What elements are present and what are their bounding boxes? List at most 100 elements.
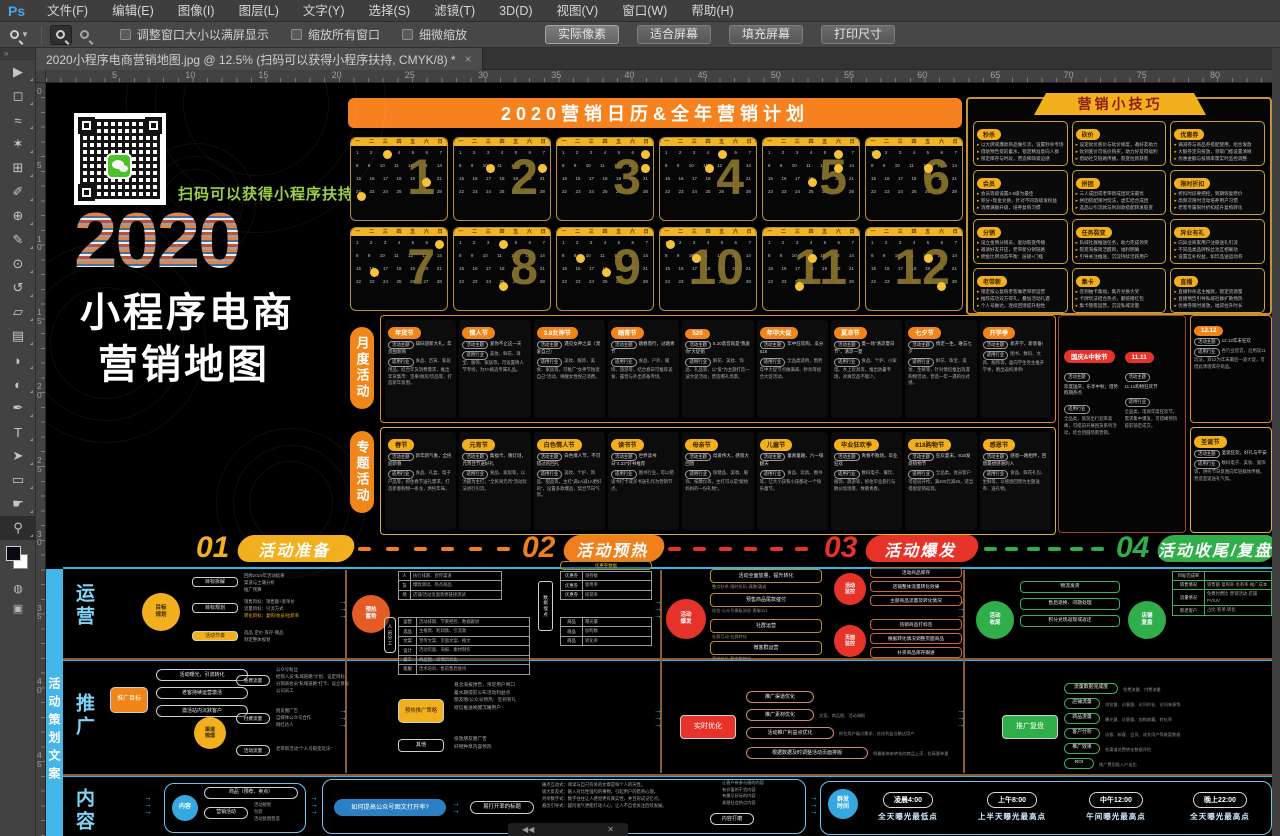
document-canvas[interactable]: 扫码可以获得小程序扶持 2020 小程序电商 营销地图 2020营销日历&全年营… (46, 83, 1272, 836)
mindmap-box: 商品流量 (1064, 713, 1100, 724)
dodge-tool-glyph: ◐ (14, 377, 22, 392)
stage-dashes (668, 546, 808, 551)
mindmap-box: 社群运营 (710, 619, 822, 633)
send-time-caption: 全天曝光最低点 (858, 811, 958, 822)
foreground-color-swatch[interactable] (6, 546, 21, 561)
menu-type[interactable]: 文字(Y) (291, 0, 357, 22)
zoom-tool-icon[interactable] (10, 30, 19, 39)
color-swatches[interactable] (0, 544, 36, 578)
hand-tool[interactable]: ☛ (0, 492, 36, 516)
calendar-highlight-dot (924, 164, 933, 173)
activity-card-pill: 3.8女神节 (537, 327, 578, 339)
gradient-tool[interactable]: ▤ (0, 324, 36, 348)
menu-window[interactable]: 窗口(W) (610, 0, 679, 22)
ruler-mark: 0 (37, 87, 42, 96)
crop-tool[interactable]: ⊞ (0, 156, 36, 180)
mindmap-node-circle: 内容 (172, 795, 198, 821)
tip-card-line: 以大牌或爆款商品做引流，设置秒杀专场 (977, 142, 1064, 149)
print-size-button[interactable]: 打印尺寸 (821, 25, 895, 44)
mindmap-table: 目标完成率销售情况销售额·复购率·毛利率·推广成本流量情况免费付费比·营销活动·… (1172, 571, 1272, 616)
tip-card-line: 优惠金额与核销率需实时监控调整 (1174, 156, 1261, 163)
mindmap-annotation: 文案、商品图、活动海报 (819, 713, 865, 719)
tab-close-icon[interactable]: × (465, 52, 472, 66)
taskbar-peek[interactable]: ◀◀ ✕ (508, 823, 628, 836)
mindmap-box: 推广效果 (1064, 743, 1100, 754)
move-tool[interactable]: ▶ (0, 60, 36, 84)
festival-promo-box: 国庆&中秋节活动主题欢度国庆，乐享中秋；借势假期热点适用行业全品类，旅游出行迎来… (1058, 315, 1186, 533)
close-peek-icon[interactable]: ✕ (607, 825, 614, 834)
screen-mode-button[interactable]: ▣ (0, 598, 36, 618)
scrubby-zoom-checkbox[interactable]: 细微缩放 (402, 26, 467, 43)
stage-dashes (984, 546, 1104, 551)
shape-tool-glyph: ▭ (12, 472, 24, 488)
calendar-month-number: 6 (922, 152, 950, 202)
activity-card-theme: 活动主题夏一场“清凉夏日节”，清凉一夏 (834, 341, 899, 356)
lasso-tool[interactable]: ≈ (0, 108, 36, 132)
clone-stamp-tool[interactable]: ⊙ (0, 252, 36, 276)
activity-card-pill: 元宵节 (462, 439, 495, 451)
menu-edit[interactable]: 编辑(E) (100, 0, 166, 22)
tip-card: 直播直播秒杀选主推款，锁定货源量直播预告引导私域社群扩散预热优惠券限时发放，福袋… (1170, 268, 1265, 313)
mindmap-lines: 朋友圈广告自媒体公众号合作网红达人 (276, 707, 388, 728)
dodge-tool[interactable]: ◐ (0, 372, 36, 396)
path-selection-tool[interactable]: ➤ (0, 444, 36, 468)
healing-brush-tool[interactable]: ⊕ (0, 204, 36, 228)
activity-card-theme: 活动主题白色情人节，不可错过的回礼 (537, 453, 602, 468)
activity-card-industry: 适用行业鲜花、珠宝、美妆、生鲜等，针对情侣推出浪漫购物活动，营造一年一遇的仪式感… (908, 358, 973, 387)
document-tab[interactable]: 2020小程序电商营销地图.jpg @ 12.5% (扫码可以获得小程序扶持, … (36, 48, 483, 70)
mindmap-box: 活动曝光，引流转化 (156, 669, 248, 681)
tip-card-line: 锁定核心复购老客做老带新运营 (977, 289, 1064, 296)
activity-card: 毕业狂欢季活动主题青春不散场，毕业狂欢适用行业数码电子、餐饮、服饰、旅游等，抓住… (831, 432, 902, 530)
toolbar-collapse-icon[interactable]: » (0, 48, 35, 60)
history-brush-tool[interactable]: ↺ (0, 276, 36, 300)
menu-view[interactable]: 视图(V) (545, 0, 611, 22)
menu-file[interactable]: 文件(F) (35, 0, 100, 22)
tip-card-line: 优惠券限时发放，福袋拉升时长 (1174, 303, 1261, 310)
panel-dock-strip[interactable] (1272, 48, 1280, 836)
menu-image[interactable]: 图像(I) (166, 0, 227, 22)
tip-card-line: 直播秒杀选主推款，锁定货源量 (1174, 289, 1261, 296)
zoom-in-button[interactable] (50, 25, 72, 45)
zoom-all-windows-checkbox[interactable]: 缩放所有窗口 (291, 26, 380, 43)
pen-tool[interactable]: ✒ (0, 396, 36, 420)
blur-tool[interactable]: ◗ (0, 348, 36, 372)
ruler-mark: 65 (990, 70, 1000, 80)
marquee-tool[interactable]: ◻ (0, 84, 36, 108)
menu-layer[interactable]: 图层(L) (227, 0, 291, 22)
document-tab-bar: 2020小程序电商营销地图.jpg @ 12.5% (扫码可以获得小程序扶持, … (36, 48, 1272, 70)
menu-select[interactable]: 选择(S) (357, 0, 423, 22)
menu-help[interactable]: 帮助(H) (679, 0, 745, 22)
menu-filter[interactable]: 滤镜(T) (422, 0, 487, 22)
mindmap-lines: 悬念海报预告，吊足用户胃口蓄水期提前公布活动利益点朋友圈/公众号预热：签到有礼短… (454, 681, 654, 711)
mindmap-box: 活动推广利益点优化 (746, 727, 834, 739)
shape-tool[interactable]: ▭ (0, 468, 36, 492)
mindmap-lines: 老带新活动“个人号裂变玩法” (276, 745, 388, 752)
zoom-tool[interactable]: ⚲ (0, 516, 36, 540)
horizontal-ruler[interactable]: 5101520253035404550556065707580 (46, 70, 1272, 83)
magic-wand-tool[interactable]: ✶ (0, 132, 36, 156)
activity-card-pill: 春节 (388, 439, 414, 451)
quick-mask-button[interactable]: ◍ (0, 578, 36, 598)
eraser-tool[interactable]: ▱ (0, 300, 36, 324)
brush-tool[interactable]: ✎ (0, 228, 36, 252)
type-tool[interactable]: T (0, 420, 36, 444)
vertical-ruler[interactable]: 051 01 52 02 53 03 54 04 5 (36, 83, 46, 836)
fit-screen-button[interactable]: 适合屏幕 (637, 25, 711, 44)
activity-card-theme: 活动主题辞旧迎新大礼，年货囤新购 (388, 341, 453, 356)
activity-card-pill: 夏凉节 (834, 327, 867, 339)
calendar-highlight-dot (435, 240, 444, 249)
ruler-mark: 4 5 (37, 751, 42, 768)
activity-card-industry: 适用行业食品、百货、家居用品，结合年货消费需求，推出年货集市：坚果/厨房/饮品等… (388, 358, 453, 387)
tool-preset-caret-icon[interactable]: ▼ (21, 30, 29, 39)
fill-screen-button[interactable]: 填充屏幕 (729, 25, 803, 44)
activity-card-theme: 活动主题狂欢夏末，818发烧购物节 (908, 453, 973, 468)
calendar-weekday-header: 一二三四五六日 (660, 138, 756, 146)
collapse-icon[interactable]: ◀◀ (522, 825, 534, 834)
actual-pixels-button[interactable]: 实际像素 (545, 25, 619, 44)
resize-windows-checkbox[interactable]: 调整窗口大小以满屏显示 (120, 26, 269, 43)
eyedropper-tool[interactable]: ✐ (0, 180, 36, 204)
activity-card-theme: 活动主题遇见女神之美（宠爱自己） (537, 341, 602, 356)
mindmap-annotation: 各渠道花费转化数据评估 (1105, 747, 1151, 753)
menu-3d[interactable]: 3D(D) (487, 0, 544, 22)
zoom-out-button[interactable] (74, 25, 96, 45)
